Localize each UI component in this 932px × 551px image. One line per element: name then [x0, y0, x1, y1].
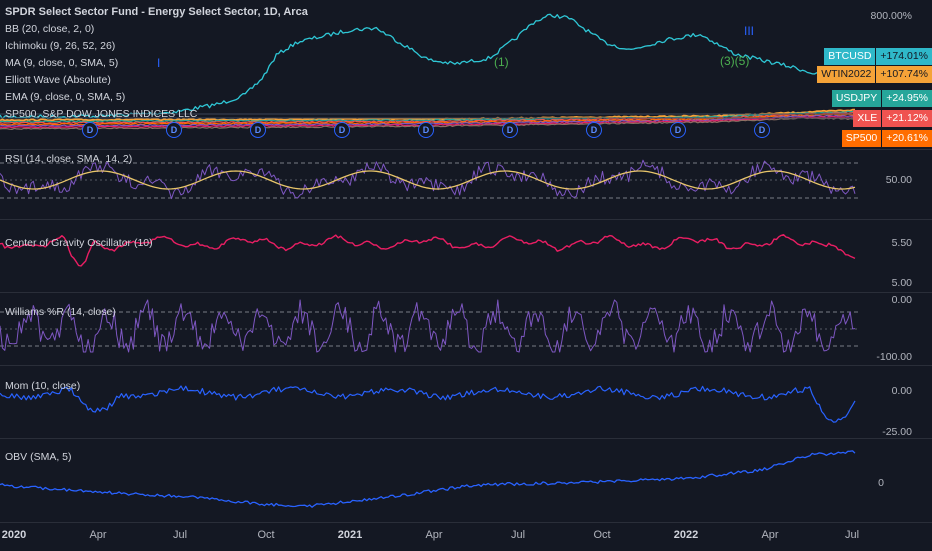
- indicator-label-elliott[interactable]: Elliott Wave (Absolute): [5, 72, 308, 89]
- time-axis-tick: Oct: [593, 529, 611, 541]
- obv-line: [0, 450, 856, 508]
- price-axis-label: 800.00%: [870, 10, 912, 22]
- badge-value: +21.12%: [882, 110, 932, 127]
- compare-badge-btcusd[interactable]: BTCUSD +174.01%: [824, 48, 932, 65]
- compare-badge-xle[interactable]: XLE +21.12%: [853, 110, 932, 127]
- dividend-marker[interactable]: D: [586, 122, 602, 138]
- rsi-label[interactable]: RSI (14, close, SMA, 14, 2): [5, 153, 132, 165]
- badge-value: +20.61%: [882, 130, 932, 147]
- time-axis-tick: 2021: [337, 529, 363, 541]
- badge-symbol: SP500: [841, 130, 882, 147]
- indicator-label-bb[interactable]: BB (20, close, 2, 0): [5, 21, 308, 38]
- time-axis-tick: Jul: [172, 529, 188, 541]
- momentum-line: [0, 385, 856, 423]
- symbol-title[interactable]: SPDR Select Sector Fund - Energy Select …: [5, 4, 308, 21]
- badge-value: +174.01%: [876, 48, 932, 65]
- time-axis-tick: Jul: [510, 529, 526, 541]
- time-axis-tick: Apr: [761, 529, 779, 541]
- mom-axis-label: -25.00: [882, 426, 912, 438]
- time-axis-tick: 2022: [673, 529, 699, 541]
- cog-axis-label: 5.50: [891, 237, 912, 249]
- chart-window[interactable]: SPDR Select Sector Fund - Energy Select …: [0, 0, 932, 550]
- wpr-axis-label: 0.00: [891, 294, 912, 306]
- compare-badge-usdjpy[interactable]: USDJPY +24.95%: [831, 90, 932, 107]
- wave-label: (3)(5): [720, 54, 750, 68]
- indicator-label-ichimoku[interactable]: Ichimoku (9, 26, 52, 26): [5, 38, 308, 55]
- wave-label: (1): [494, 55, 509, 69]
- badge-value: +107.74%: [876, 66, 932, 83]
- dividend-marker[interactable]: D: [754, 122, 770, 138]
- time-axis-tick: Apr: [89, 529, 107, 541]
- dividend-marker[interactable]: D: [670, 122, 686, 138]
- cog-label[interactable]: Center of Gravity Oscillator (10): [5, 237, 153, 249]
- time-axis-tick: Apr: [425, 529, 443, 541]
- dividend-marker[interactable]: D: [250, 122, 266, 138]
- obv-axis-label: 0: [878, 477, 884, 489]
- badge-symbol: WTIN2022: [817, 66, 876, 83]
- compare-badge-wtin2022[interactable]: WTIN2022 +107.74%: [817, 66, 932, 83]
- badge-value: +24.95%: [882, 90, 932, 107]
- rsi-axis-label: 50.00: [885, 174, 912, 186]
- badge-symbol: USDJPY: [831, 90, 882, 107]
- wpr-axis-label: -100.00: [876, 351, 912, 363]
- indicator-label-sp500[interactable]: SP500, S&P DOW JONES INDICES LLC: [5, 106, 308, 123]
- wave-label: III: [744, 24, 755, 38]
- time-axis-tick: 2020: [1, 529, 27, 541]
- williams-r-label[interactable]: Williams %R (14, close): [5, 306, 116, 318]
- dividend-marker[interactable]: D: [418, 122, 434, 138]
- rsi-line: [0, 159, 856, 200]
- badge-symbol: BTCUSD: [824, 48, 876, 65]
- dividend-marker[interactable]: D: [82, 122, 98, 138]
- williams-r-line: [0, 299, 856, 353]
- obv-label[interactable]: OBV (SMA, 5): [5, 451, 72, 463]
- cog-axis-label: 5.00: [891, 277, 912, 289]
- time-axis-tick: Oct: [257, 529, 275, 541]
- mom-axis-label: 0.00: [891, 385, 912, 397]
- time-axis-tick: Jul: [844, 529, 860, 541]
- badge-symbol: XLE: [853, 110, 882, 127]
- dividend-marker[interactable]: D: [166, 122, 182, 138]
- momentum-label[interactable]: Mom (10, close): [5, 380, 80, 392]
- dividend-marker[interactable]: D: [502, 122, 518, 138]
- compare-badge-sp500[interactable]: SP500 +20.61%: [841, 130, 932, 147]
- time-axis[interactable]: 2020 Apr Jul Oct 2021 Apr Jul Oct 2022 Apr Jul: [0, 522, 932, 551]
- wave-label: I: [157, 56, 161, 70]
- dividend-marker[interactable]: D: [334, 122, 350, 138]
- indicator-label-ema[interactable]: EMA (9, close, 0, SMA, 5): [5, 89, 308, 106]
